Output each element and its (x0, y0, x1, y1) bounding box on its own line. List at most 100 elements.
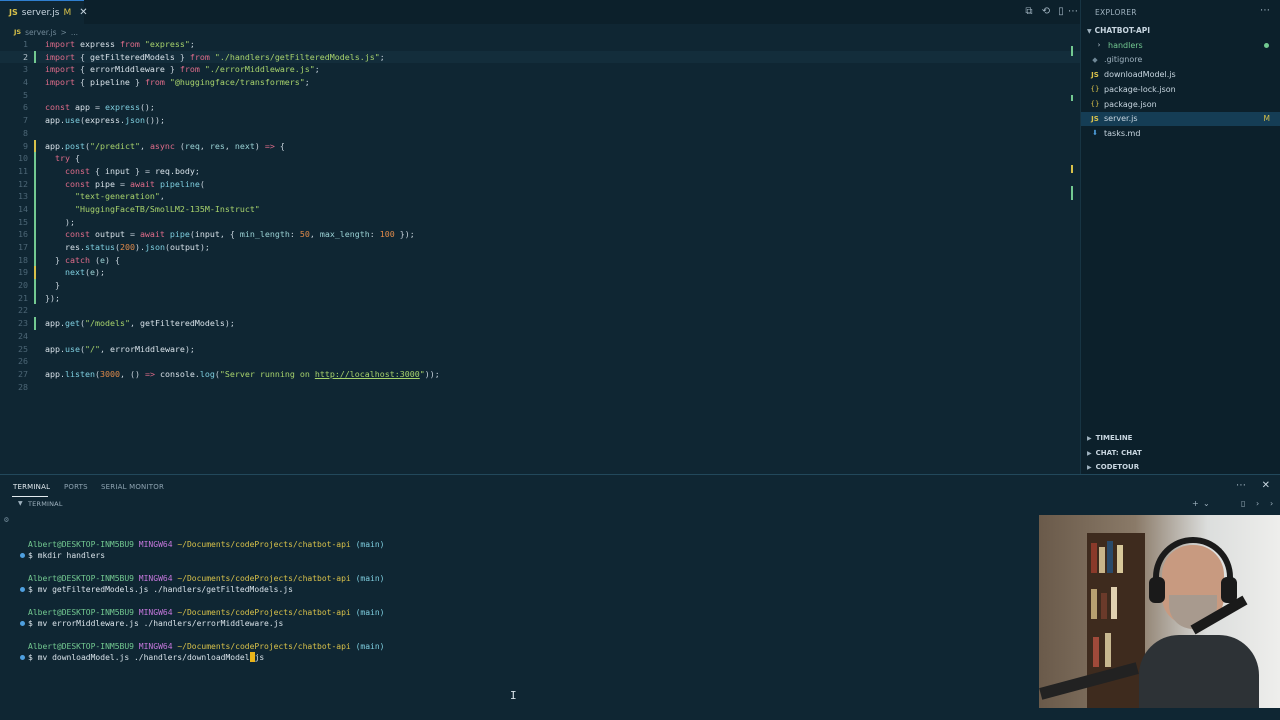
code-token: : (369, 229, 380, 240)
code-line[interactable]: 4 import { pipeline } from "@huggingface/… (0, 76, 1080, 89)
code-line[interactable]: 18 } catch (e) { (0, 253, 1080, 267)
code-text: const pipe = await pipeline( (45, 178, 205, 191)
code-token: from (144, 77, 170, 88)
split-terminal-icon[interactable]: ▯ (1241, 499, 1245, 508)
code-line[interactable]: 25 app.use("/", errorMiddleware); (0, 343, 1080, 356)
code-token: try (55, 153, 75, 164)
explorer-item[interactable]: JS server.js M (1081, 111, 1280, 126)
code-line[interactable]: 17 res.status(200).json(output); (0, 241, 1080, 254)
chevron-down-icon[interactable]: ▼ (18, 500, 23, 507)
code-line[interactable]: 26 (0, 355, 1080, 368)
tab-serial-monitor[interactable]: SERIAL MONITOR (101, 483, 164, 491)
code-line[interactable]: 16 const output = await pipe(input, { mi… (0, 228, 1080, 241)
code-token: http://localhost:3000 (314, 368, 420, 379)
code-line[interactable]: 19 next(e); (0, 266, 1080, 280)
code-token: output (169, 242, 200, 252)
open-changes-icon[interactable]: ⟲ (1041, 6, 1051, 17)
code-line[interactable]: 10 try { (0, 152, 1080, 165)
code-line[interactable]: 8 (0, 127, 1080, 140)
code-token: , (199, 140, 210, 151)
code-token: const (45, 102, 75, 113)
code-token: , (129, 318, 140, 329)
line-number: 9 (23, 140, 28, 151)
explorer-item[interactable]: › handlers (1081, 38, 1280, 53)
breadcrumb-symbol[interactable]: ... (71, 28, 78, 37)
code-token: pipeline (159, 178, 200, 189)
webcam-overlay (1039, 515, 1280, 708)
code-text: app.get("/models", getFilteredModels); (45, 317, 235, 330)
code-line[interactable]: 22 (0, 304, 1080, 317)
section-timeline[interactable]: ▶ TIMELINE (1087, 434, 1132, 442)
close-icon[interactable]: ✕ (79, 7, 87, 18)
code-text: const app = express(); (45, 101, 155, 114)
code-line[interactable]: 20 } (0, 279, 1080, 292)
code-line[interactable]: 7 app.use(express.json()); (0, 114, 1080, 127)
tab-terminal[interactable]: TERMINAL (13, 483, 50, 491)
line-number: 15 (18, 216, 28, 227)
breadcrumb-file[interactable]: server.js (25, 28, 56, 37)
explorer-item[interactable]: ◆ .gitignore (1081, 53, 1280, 68)
code-lines[interactable]: 1 import express from "express"; 2 import {… (0, 38, 1080, 393)
tab-server-js[interactable]: JS server.js M ✕ (0, 0, 88, 24)
code-line[interactable]: 12 const pipe = await pipeline( (0, 177, 1080, 191)
git-change-marker (34, 291, 36, 305)
section-codetour[interactable]: ▶ CODETOUR (1087, 463, 1139, 471)
code-token: app (45, 140, 60, 151)
editor-area[interactable]: JS server.js M ✕ ⧉ ⟲ ▯ ⋯ JS server.js > … (0, 0, 1080, 474)
git-change-marker (34, 266, 36, 280)
terminal-dropdown-icon[interactable]: ⌄ (1203, 499, 1210, 508)
code-token: "express" (144, 39, 190, 49)
chevron-right-icon[interactable]: › (1270, 499, 1273, 508)
code-line[interactable]: 13 "text-generation", (0, 190, 1080, 203)
code-token: { (94, 165, 105, 176)
more-actions-icon[interactable]: ⋯ (1068, 6, 1078, 17)
line-number: 19 (18, 267, 28, 278)
more-actions-icon[interactable]: ⋯ (1260, 5, 1270, 16)
code-line[interactable]: 28 (0, 381, 1080, 394)
section-chat[interactable]: ▶ CHAT: CHAT (1087, 449, 1142, 457)
code-line[interactable]: 9 app.post("/predict", async (req, res, n… (0, 139, 1080, 153)
code-line[interactable]: 27 app.listen(3000, () => console.log("Se… (0, 368, 1080, 381)
code-line[interactable]: 21}); (0, 291, 1080, 305)
scrollbar-change-marker (1071, 46, 1073, 56)
explorer-item[interactable]: {} package.json (1081, 97, 1280, 112)
command-status-dot (20, 553, 25, 558)
code-token: app (45, 318, 60, 329)
code-token: "Server running on (219, 368, 315, 379)
prompt-path: ~/Documents/codeProjects/chatbot-api (177, 608, 351, 617)
code-line[interactable]: 23 app.get("/models", getFilteredModels); (0, 317, 1080, 330)
tab-ports[interactable]: PORTS (64, 483, 88, 491)
git-change-marker (34, 152, 36, 165)
code-line[interactable]: 5 (0, 89, 1080, 102)
terminal-header: ▼ TERMINAL + ⌄ ▯ › › (0, 499, 1280, 511)
code-line[interactable]: 3 import { errorMiddleware } from "./erro… (0, 63, 1080, 76)
explorer-title: EXPLORER (1095, 8, 1137, 17)
compare-icon[interactable]: ⧉ (1024, 6, 1034, 17)
explorer-item[interactable]: ⬇ tasks.md (1081, 126, 1280, 141)
code-line[interactable]: 15 ); (0, 215, 1080, 229)
close-panel-icon[interactable]: ✕ (1262, 480, 1270, 491)
split-editor-icon[interactable]: ▯ (1056, 6, 1066, 17)
new-terminal-icon[interactable]: + (1192, 499, 1199, 508)
code-line[interactable]: 24 (0, 330, 1080, 343)
code-line[interactable]: 1 import express from "express"; (0, 38, 1080, 51)
explorer-item[interactable]: {} package-lock.json (1081, 82, 1280, 97)
code-token: { (79, 51, 90, 62)
more-actions-icon[interactable]: ⋯ (1236, 480, 1246, 491)
prompt-path: ~/Documents/codeProjects/chatbot-api (177, 574, 351, 583)
code-token: await (139, 229, 170, 240)
code-line[interactable]: 11 const { input } = req.body; (0, 164, 1080, 178)
project-folder[interactable]: ▼ CHATBOT-API (1087, 26, 1150, 35)
git-change-marker (34, 253, 36, 267)
explorer-item[interactable]: JS downloadModel.js (1081, 67, 1280, 82)
code-text: const { input } = req.body; (45, 165, 200, 178)
code-token: post (65, 140, 85, 151)
chevron-right-icon[interactable]: › (1256, 499, 1259, 508)
code-line[interactable]: 2 import { getFilteredModels } from "./ha… (0, 50, 1080, 64)
line-number: 17 (18, 242, 28, 252)
code-line[interactable]: 6 const app = express(); (0, 101, 1080, 114)
terminal-settings-icon[interactable]: ⚙ (4, 515, 9, 524)
code-token: => (144, 368, 160, 379)
code-line[interactable]: 14 "HuggingFaceTB/SmolLM2-135M-Instruct" (0, 202, 1080, 216)
